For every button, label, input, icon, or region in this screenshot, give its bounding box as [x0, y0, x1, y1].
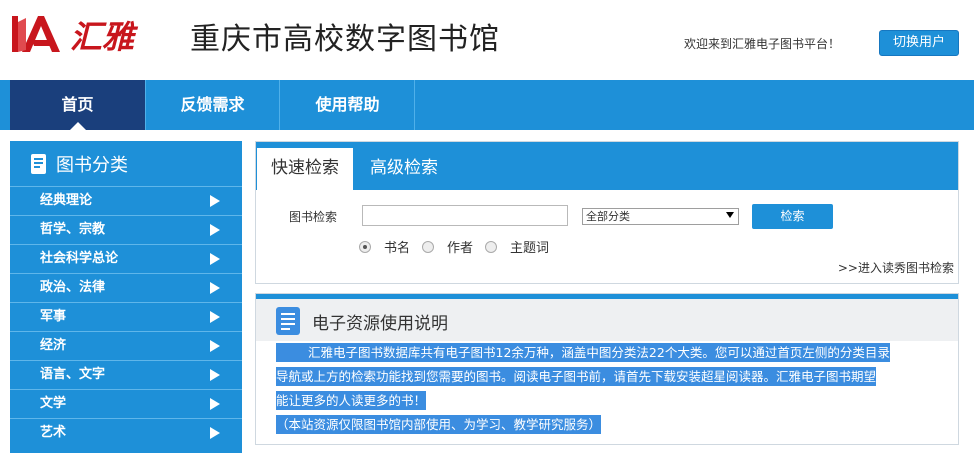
nav-help[interactable]: 使用帮助: [280, 80, 415, 130]
nav-help-label: 使用帮助: [315, 95, 380, 114]
active-indicator: [69, 122, 86, 130]
search-field-options: 书名 作者 主题词: [359, 237, 561, 256]
sidebar-item-economics[interactable]: 经济: [10, 331, 242, 360]
triangle-right-icon: [210, 224, 220, 236]
search-label: 图书检索: [289, 210, 338, 224]
description-line: 汇雅电子图书数据库共有电子图书12余万种，涵盖中图分类法22个大类。您可以通过首…: [276, 343, 890, 362]
nav-divider: [414, 80, 415, 130]
radio-label-author: 作者: [447, 241, 474, 256]
header: 汇雅 重庆市高校数字图书馆 欢迎来到汇雅电子图书平台！ 切换用户: [0, 0, 974, 80]
sidebar-item-label: 经典理论: [40, 193, 93, 208]
sidebar-item-politics-law[interactable]: 政治、法律: [10, 273, 242, 302]
radio-title[interactable]: [359, 240, 371, 253]
sidebar-item-language[interactable]: 语言、文字: [10, 360, 242, 389]
sidebar-item-art[interactable]: 艺术: [10, 418, 242, 447]
sidebar-item-label: 语言、文字: [40, 367, 106, 382]
logo: 汇雅: [12, 16, 139, 56]
radio-label-title: 书名: [384, 241, 411, 256]
triangle-right-icon: [210, 195, 220, 207]
description-line: 导航或上方的检索功能找到您需要的图书。阅读电子图书前，请首先下载安装超星阅读器。…: [276, 367, 877, 386]
radio-author[interactable]: [422, 240, 435, 253]
nav-divider: [145, 80, 146, 130]
radio-label-subject: 主题词: [510, 241, 550, 256]
site-title: 重庆市高校数字图书馆: [190, 22, 500, 57]
tab-quick-search[interactable]: 快速检索: [257, 148, 353, 190]
nav-home-label: 首页: [61, 95, 94, 114]
triangle-right-icon: [210, 282, 220, 294]
search-tabs: 快速检索 高级检索: [256, 142, 958, 190]
triangle-right-icon: [210, 398, 220, 410]
search-input[interactable]: [362, 205, 568, 226]
duxiu-search-link[interactable]: >>进入读秀图书检索: [838, 259, 954, 276]
sidebar-item-label: 社会科学总论: [40, 251, 119, 266]
sidebar-item-literature[interactable]: 文学: [10, 389, 242, 418]
category-sidebar: 图书分类 经典理论 哲学、宗教 社会科学总论 政治、法律 军事 经济 语言、文字…: [10, 141, 242, 453]
welcome-text: 欢迎来到汇雅电子图书平台！: [684, 37, 841, 51]
search-panel: 快速检索 高级检索 图书检索 全部分类 检索 书名 作者 主题词 >>进入读秀图…: [255, 141, 959, 284]
triangle-right-icon: [210, 311, 220, 323]
triangle-right-icon: [210, 427, 220, 439]
sidebar-item-classic-theory[interactable]: 经典理论: [10, 186, 242, 215]
nav-home[interactable]: 首页: [10, 80, 145, 130]
svg-text:汇雅: 汇雅: [70, 18, 139, 56]
radio-subject[interactable]: [485, 240, 498, 253]
main-nav: 首页 反馈需求 使用帮助: [0, 80, 974, 130]
sidebar-item-philosophy[interactable]: 哲学、宗教: [10, 215, 242, 244]
sidebar-title: 图书分类: [56, 154, 128, 176]
sidebar-header: 图书分类: [10, 141, 242, 186]
description-line: 能让更多的人读更多的书！: [276, 391, 427, 410]
sidebar-item-label: 艺术: [40, 425, 67, 440]
search-button[interactable]: 检索: [752, 204, 833, 229]
resource-header: 电子资源使用说明: [256, 299, 958, 341]
nav-feedback[interactable]: 反馈需求: [145, 80, 280, 130]
sidebar-item-label: 经济: [40, 338, 67, 353]
triangle-right-icon: [210, 340, 220, 352]
tab-advanced-search[interactable]: 高级检索: [356, 148, 452, 190]
category-select-value: 全部分类: [586, 210, 630, 223]
switch-user-button[interactable]: 切换用户: [879, 30, 959, 56]
resource-title: 电子资源使用说明: [312, 314, 448, 334]
document-icon: [276, 307, 300, 335]
category-select[interactable]: 全部分类: [582, 208, 739, 225]
sidebar-item-label: 军事: [40, 309, 67, 324]
book-icon: [31, 153, 46, 174]
usage-note: （本站资源仅限图书馆内部使用、为学习、教学研究服务）: [276, 415, 602, 434]
triangle-right-icon: [210, 369, 220, 381]
sidebar-item-label: 政治、法律: [40, 280, 106, 295]
chevron-down-icon: [726, 212, 734, 218]
sidebar-item-military[interactable]: 军事: [10, 302, 242, 331]
nav-feedback-label: 反馈需求: [180, 95, 245, 114]
sidebar-item-social-science[interactable]: 社会科学总论: [10, 244, 242, 273]
resource-description: 汇雅电子图书数据库共有电子图书12余万种，涵盖中图分类法22个大类。您可以通过首…: [276, 341, 960, 437]
sidebar-item-label: 文学: [40, 396, 67, 411]
sidebar-item-label: 哲学、宗教: [40, 222, 106, 237]
triangle-right-icon: [210, 253, 220, 265]
resource-info-panel: 电子资源使用说明 汇雅电子图书数据库共有电子图书12余万种，涵盖中图分类法22个…: [255, 293, 959, 445]
